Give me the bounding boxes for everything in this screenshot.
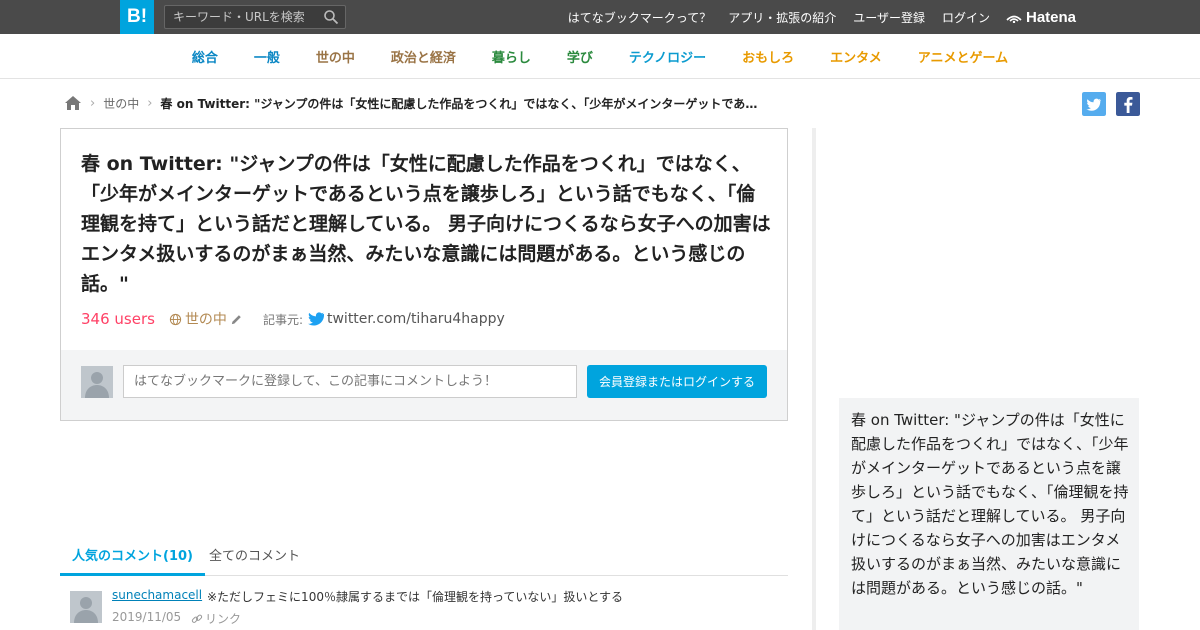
register-login-button[interactable]: 会員登録またはログインする (587, 365, 767, 398)
search-input[interactable] (165, 6, 315, 28)
comment-item: sunechamacell ※ただしフェミに100％隷属するまでは「倫理観を持っ… (70, 588, 788, 630)
category-link[interactable]: エンタメ (830, 47, 882, 66)
signup-link[interactable]: ユーザー登録 (853, 9, 925, 26)
category-link[interactable]: 一般 (254, 47, 280, 66)
category-link[interactable]: 総合 (192, 47, 218, 66)
summary-text: 春 on Twitter: "ジャンプの件は「女性に配慮した作品をつくれ」ではな… (851, 411, 1129, 597)
search-icon[interactable] (323, 9, 339, 25)
apps-link[interactable]: アプリ・拡張の紹介 (728, 9, 836, 26)
breadcrumb-category[interactable]: 世の中 (103, 95, 139, 112)
entry-title[interactable]: 春 on Twitter: "ジャンプの件は「女性に配慮した作品をつくれ」ではな… (81, 149, 771, 299)
category-link[interactable]: テクノロジー (629, 47, 706, 66)
category-link[interactable]: 政治と経済 (391, 47, 456, 66)
pencil-icon[interactable] (230, 313, 243, 326)
breadcrumb-current: 春 on Twitter: "ジャンプの件は「女性に配慮した作品をつくれ」ではな… (160, 96, 758, 111)
globe-icon (169, 313, 182, 325)
comment-tabs: 人気のコメント(10) 全てのコメント (60, 540, 788, 576)
comment-form: 会員登録またはログインする (61, 350, 787, 420)
search-box (164, 5, 346, 29)
category-nav: 総合 一般 世の中 政治と経済 暮らし 学び テクノロジー おもしろ エンタメ アニメとゲーム (0, 34, 1200, 79)
default-user-icon (81, 366, 113, 398)
chevron-right-icon: › (90, 95, 96, 111)
home-icon[interactable] (64, 95, 82, 111)
top-nav: はてなブックマークって？ アプリ・拡張の紹介 ユーザー登録 ログイン (568, 0, 990, 34)
entry-meta: 346 users 世の中 記事元: twitter.com/tiharu4ha… (81, 309, 505, 329)
category-link[interactable]: おもしろ (742, 47, 794, 66)
comment-input[interactable] (123, 365, 577, 398)
hatena-brand-text: Hatena (1026, 8, 1077, 26)
entry-category[interactable]: 世の中 (169, 309, 243, 329)
category-link[interactable]: 暮らし (492, 47, 531, 66)
comment-permalink-label: リンク (205, 612, 242, 626)
summary-box: 春 on Twitter: "ジャンプの件は「女性に配慮した作品をつくれ」ではな… (839, 398, 1139, 630)
avatar (81, 366, 113, 398)
top-bar: B! はてなブックマークって？ アプリ・拡張の紹介 ユーザー登録 ログイン Ha… (0, 0, 1200, 34)
source-domain: twitter.com/tiharu4happy (326, 311, 505, 327)
comment-text: ※ただしフェミに100％隷属するまでは「倫理観を持っていない」扱いとする (207, 590, 624, 604)
source-link[interactable]: twitter.com/tiharu4happy (307, 311, 505, 327)
category-link[interactable]: アニメとゲーム (918, 47, 1008, 66)
comment-permalink[interactable]: リンク (191, 610, 241, 627)
avatar[interactable] (70, 591, 102, 623)
hatena-bookmark-logo[interactable]: B! (120, 0, 154, 34)
about-link[interactable]: はてなブックマークって？ (568, 9, 711, 26)
source-label: 記事元: (262, 312, 303, 327)
bookmark-users-count[interactable]: 346 users (81, 310, 155, 328)
facebook-share-icon[interactable] (1116, 92, 1140, 116)
category-link[interactable]: 学び (567, 47, 593, 66)
twitter-share-icon[interactable] (1082, 92, 1106, 116)
login-link[interactable]: ログイン (942, 9, 990, 26)
tab-all-comments[interactable]: 全てのコメント (197, 540, 312, 576)
default-user-icon (70, 591, 102, 623)
comment-date: 2019/11/05 (112, 610, 182, 624)
comment-username[interactable]: sunechamacell (112, 588, 202, 602)
column-divider (812, 128, 816, 630)
entry-category-label: 世の中 (184, 312, 227, 328)
tab-popular-comments[interactable]: 人気のコメント(10) (60, 540, 205, 576)
twitter-bird-icon (307, 312, 324, 326)
link-icon (191, 614, 203, 623)
category-link[interactable]: 世の中 (316, 47, 355, 66)
breadcrumb: › 世の中 › 春 on Twitter: "ジャンプの件は「女性に配慮した作品… (64, 92, 757, 114)
chevron-right-icon: › (147, 95, 153, 111)
hatena-logo-icon (1006, 15, 1022, 23)
entry-card: 春 on Twitter: "ジャンプの件は「女性に配慮した作品をつくれ」ではな… (60, 128, 788, 421)
hatena-brand[interactable]: Hatena (1006, 0, 1076, 34)
